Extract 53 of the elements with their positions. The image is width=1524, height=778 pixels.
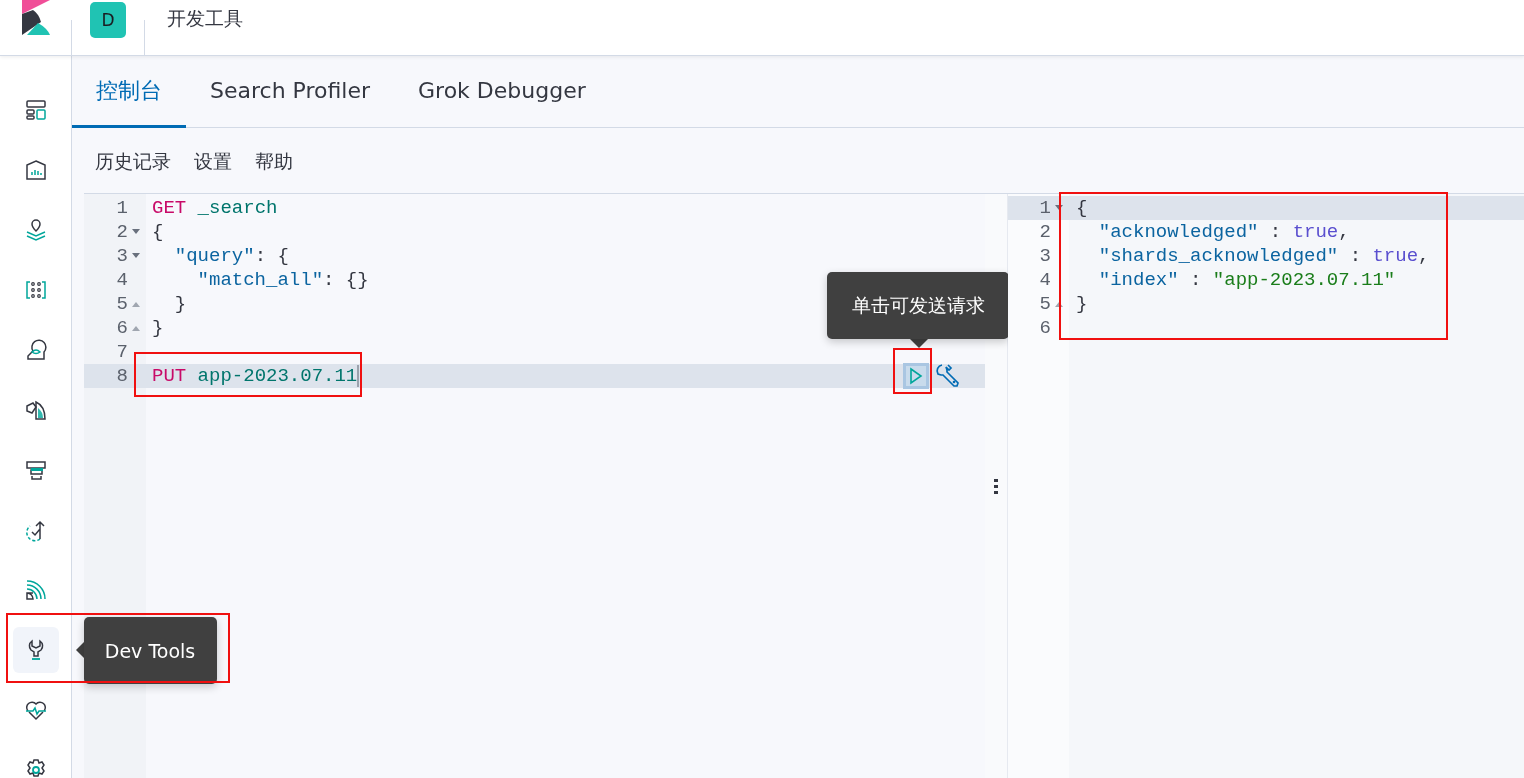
fold-icon[interactable] (132, 253, 140, 259)
page-title: 开发工具 (167, 6, 243, 31)
menu-link[interactable]: 帮助 (255, 148, 293, 175)
line-number: 5 (1039, 292, 1051, 316)
play-icon (909, 367, 923, 385)
dotted-frame-icon (23, 278, 48, 302)
code-line: GET _search (152, 196, 278, 220)
menu-link[interactable]: 设置 (194, 148, 232, 175)
line-number: 1 (116, 196, 128, 220)
code-line: "query": { (173, 244, 289, 268)
signal-icon (23, 578, 48, 602)
resize-handle-icon[interactable] (994, 478, 998, 494)
tooltip: 单击可发送请求 (827, 272, 1009, 339)
tooltip: Dev Tools (83, 617, 217, 684)
menu-link[interactable]: 历史记录 (95, 148, 171, 175)
code-line: "index" : "app-2023.07.11" (1097, 268, 1396, 292)
code-line: } (1076, 292, 1088, 316)
line-number: 4 (116, 268, 128, 292)
line-number: 6 (1039, 316, 1051, 340)
line-number: 2 (1039, 220, 1051, 244)
code-line: PUT app-2023.07.11 (152, 364, 360, 388)
code-line: { (1076, 196, 1088, 220)
line-number: 3 (1039, 244, 1051, 268)
code-line: "match_all": {} (196, 268, 369, 292)
code-line: "shards_acknowledged" : true, (1097, 244, 1430, 268)
building-icon (23, 158, 48, 182)
fold-icon[interactable] (1055, 301, 1063, 307)
space-avatar[interactable]: D (90, 2, 126, 38)
text-cursor (357, 365, 360, 387)
line-number: 6 (116, 316, 128, 340)
tab[interactable]: Grok Debugger (394, 56, 610, 128)
tab[interactable]: 控制台 (72, 56, 186, 128)
code-line: } (173, 292, 187, 316)
nav-item[interactable] (12, 627, 59, 673)
wrench-icon[interactable] (935, 363, 961, 389)
line-number: 8 (116, 364, 128, 388)
layout-icon (23, 98, 48, 122)
shapes-icon (23, 398, 48, 422)
line-number: 4 (1039, 268, 1051, 292)
logo[interactable] (20, 0, 51, 36)
fold-icon[interactable] (1055, 205, 1063, 211)
tab[interactable]: Search Profiler (186, 56, 395, 128)
line-number: 5 (116, 292, 128, 316)
heartbeat-icon (23, 698, 48, 722)
code-line: { (152, 220, 164, 244)
line-number: 2 (116, 220, 128, 244)
machine-icon (23, 458, 48, 482)
code-line: } (152, 316, 164, 340)
code-line: "acknowledged" : true, (1097, 220, 1350, 244)
line-number: 7 (116, 340, 128, 364)
line-number: 3 (116, 244, 128, 268)
fold-icon[interactable] (132, 229, 140, 235)
line-number: 1 (1039, 196, 1051, 220)
